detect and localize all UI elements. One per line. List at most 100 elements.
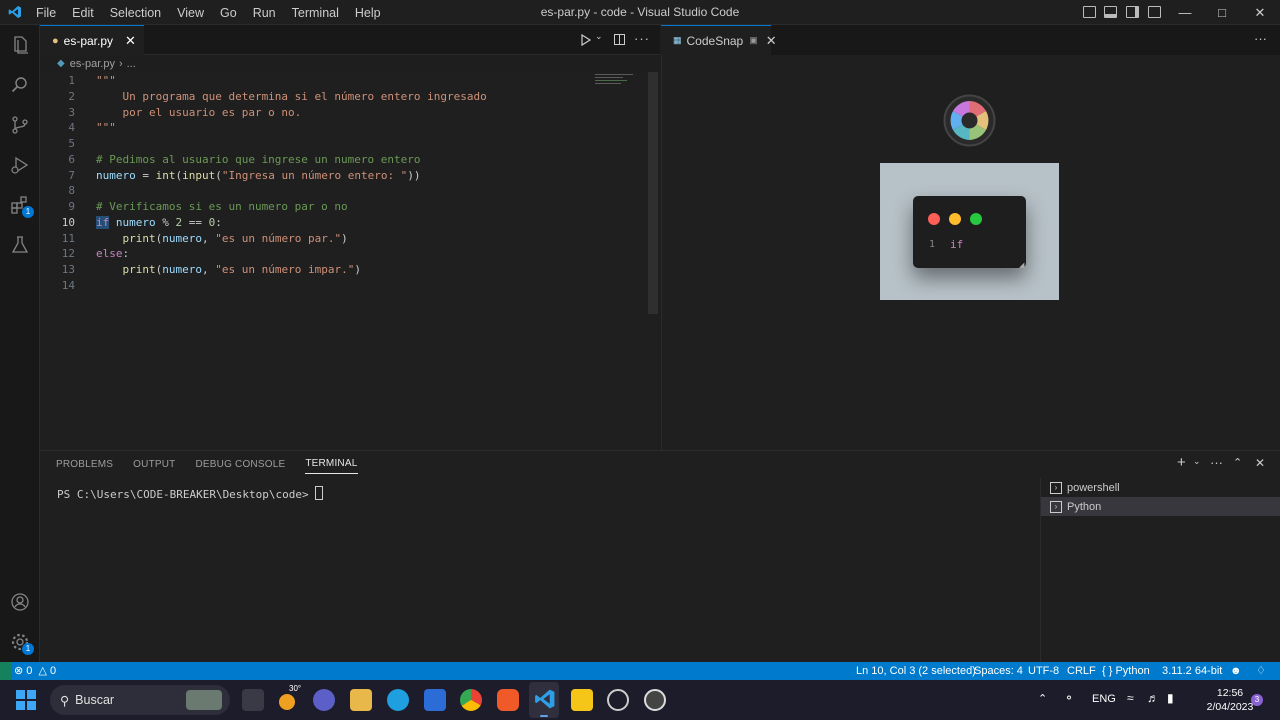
volume-icon[interactable]: ♬ (1147, 691, 1159, 705)
task-view-icon[interactable] (242, 689, 264, 711)
menu-terminal[interactable]: Terminal (284, 6, 347, 20)
tab-es-par-py[interactable]: ● es-par.py ✕ (40, 25, 144, 55)
chrome-icon[interactable] (460, 689, 482, 711)
windows-start-icon[interactable] (16, 690, 36, 710)
terminal-name: powershell (1067, 481, 1120, 494)
testing-icon[interactable] (0, 225, 40, 265)
python-interpreter[interactable]: 3.11.2 64-bit (1162, 662, 1222, 680)
end-of-line[interactable]: CRLF (1067, 662, 1096, 680)
teams-chat-icon[interactable] (313, 689, 335, 711)
close-panel-icon[interactable]: ✕ (1255, 456, 1265, 470)
source-control-icon[interactable] (0, 105, 40, 145)
menu-selection[interactable]: Selection (102, 6, 169, 20)
tab-output[interactable]: OUTPUT (133, 459, 175, 470)
file-explorer-icon[interactable] (350, 689, 372, 711)
new-terminal-icon[interactable]: + (1177, 454, 1186, 471)
extensions-icon[interactable]: 1 (0, 185, 40, 225)
tab-debug-console[interactable]: DEBUG CONSOLE (195, 459, 285, 470)
minimap[interactable] (595, 72, 635, 92)
remote-indicator[interactable] (0, 662, 12, 680)
terminal-prompt[interactable]: PS C:\Users\CODE-BREAKER\Desktop\code> (57, 486, 324, 501)
code-editor[interactable]: 1 2 3 4 5 6 7 8 9 10 11 12 13 14 """ Un … (40, 72, 660, 450)
manage-gear-icon[interactable]: 1 (0, 622, 40, 662)
code-line[interactable]: print(numero, "es un número impar.") (96, 263, 361, 276)
menu-view[interactable]: View (169, 6, 212, 20)
encoding[interactable]: UTF-8 (1028, 662, 1059, 680)
feedback-icon[interactable]: ☻ (1230, 662, 1242, 680)
toggle-primary-sidebar-icon[interactable] (1083, 6, 1096, 18)
accounts-icon[interactable] (0, 582, 40, 622)
notification-count-badge[interactable]: 3 (1251, 694, 1263, 706)
code-line[interactable]: Un programa que determina si el número e… (96, 90, 486, 103)
microsoft-store-icon[interactable] (424, 689, 446, 711)
breadcrumb-file[interactable]: es-par.py (70, 58, 115, 70)
run-dropdown-chevron-icon[interactable]: ⌄ (595, 31, 603, 42)
vscode-taskbar-icon[interactable] (534, 688, 556, 710)
code-line[interactable]: if numero % 2 == 0: (96, 216, 222, 229)
shutter-button[interactable] (943, 94, 996, 147)
code-line[interactable]: por el usuario es par o no. (96, 106, 301, 119)
cursor-position[interactable]: Ln 10, Col 3 (2 selected) (856, 662, 976, 680)
minimize-icon[interactable]: — (1166, 0, 1204, 25)
search-icon[interactable] (0, 65, 40, 105)
indentation[interactable]: Spaces: 4 (974, 662, 1023, 680)
code-line[interactable]: numero = int(input("Ingresa un número en… (96, 169, 421, 182)
problems-status[interactable]: ⊗ 0 △ 0 (14, 662, 56, 680)
code-line[interactable]: # Verificamos si es un numero par o no (96, 200, 348, 213)
system-clock[interactable]: 12:56 2/04/2023 (1205, 686, 1255, 714)
code-line[interactable]: """ (96, 121, 116, 134)
more-actions-icon[interactable]: ··· (634, 31, 650, 46)
terminal-item-python[interactable]: › Python (1041, 497, 1280, 516)
code-line[interactable]: print(numero, "es un número par.") (96, 232, 348, 245)
notifications-bell-icon[interactable]: ♢ (1256, 662, 1266, 680)
tab-problems[interactable]: PROBLEMS (56, 459, 113, 470)
editor-scrollbar[interactable] (648, 72, 658, 314)
warning-icon: △ (38, 665, 47, 677)
sticky-notes-icon[interactable] (571, 689, 593, 711)
menu-file[interactable]: File (28, 6, 64, 20)
edge-browser-icon[interactable] (387, 689, 409, 711)
tab-terminal[interactable]: TERMINAL (305, 458, 358, 474)
taskbar-search[interactable]: ⚲ Buscar (50, 685, 230, 715)
menu-help[interactable]: Help (347, 6, 389, 20)
maximize-panel-icon[interactable]: ⌃ (1233, 456, 1242, 469)
toggle-panel-icon[interactable] (1104, 6, 1117, 18)
language-mode[interactable]: { } Python (1102, 662, 1150, 680)
terminal-name: Python (1067, 500, 1102, 513)
run-python-icon[interactable] (580, 32, 592, 48)
tab-codesnap[interactable]: ▦ CodeSnap ▣ ✕ (661, 25, 777, 55)
weather-widget[interactable]: 30° (277, 684, 301, 712)
close-tab-icon[interactable]: ✕ (125, 33, 136, 49)
input-language[interactable]: ENG (1092, 693, 1116, 705)
code-line[interactable]: # Pedimos al usuario que ingrese un nume… (96, 153, 421, 166)
weather-temperature: 30° (289, 684, 302, 693)
menu-bar: File Edit Selection View Go Run Terminal… (28, 0, 389, 25)
media-player-icon[interactable] (644, 689, 666, 711)
explorer-icon[interactable] (0, 25, 40, 65)
wifi-icon[interactable]: ≈ (1127, 691, 1134, 705)
more-actions-icon[interactable]: ··· (1210, 455, 1223, 470)
terminal-item-powershell[interactable]: › powershell (1041, 478, 1280, 497)
breadcrumb-more[interactable]: ... (127, 58, 136, 70)
brave-browser-icon[interactable] (497, 689, 519, 711)
breadcrumb-separator-icon: › (118, 57, 123, 70)
terminal-dropdown-chevron-icon[interactable]: ⌄ (1193, 456, 1201, 467)
menu-run[interactable]: Run (245, 6, 284, 20)
close-tab-icon[interactable]: ✕ (766, 33, 777, 49)
run-debug-icon[interactable] (0, 145, 40, 185)
menu-go[interactable]: Go (212, 6, 245, 20)
resize-handle-icon[interactable]: ◢ (1019, 261, 1024, 269)
code-line[interactable]: """ (96, 74, 116, 87)
obs-studio-icon[interactable] (607, 689, 629, 711)
show-hidden-icons-chevron-icon[interactable]: ⌃ (1038, 692, 1047, 705)
microphone-icon[interactable]: ⚬ (1064, 691, 1074, 705)
close-window-icon[interactable]: ✕ (1241, 0, 1279, 25)
menu-edit[interactable]: Edit (64, 6, 102, 20)
split-editor-icon[interactable] (614, 34, 625, 45)
customize-layout-icon[interactable] (1148, 6, 1161, 18)
code-line[interactable]: else: (96, 247, 129, 260)
maximize-icon[interactable]: □ (1203, 0, 1241, 25)
toggle-secondary-sidebar-icon[interactable] (1126, 6, 1139, 18)
battery-icon[interactable]: ▮ (1167, 691, 1174, 705)
more-actions-icon[interactable]: ··· (1254, 31, 1267, 46)
